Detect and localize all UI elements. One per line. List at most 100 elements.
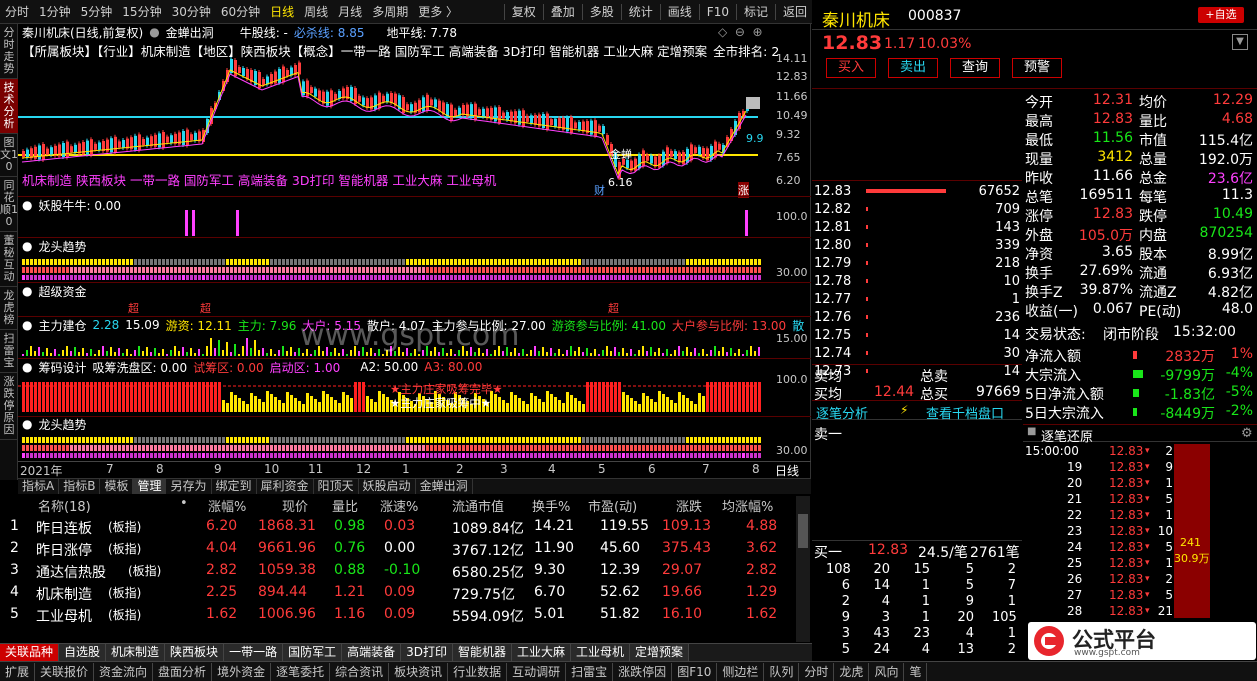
sector-tab[interactable]: 关联品种 <box>0 644 60 661</box>
function-tab[interactable]: 分时 <box>799 662 835 681</box>
function-tab[interactable]: 扩展 <box>0 662 36 681</box>
column-header[interactable]: 涨幅% <box>208 496 246 515</box>
toolbar-button[interactable]: 复权 <box>507 3 541 20</box>
period-tab[interactable]: 1分钟 <box>34 3 76 20</box>
side-tab[interactable]: 涨跌停原因 <box>0 373 18 440</box>
column-header[interactable]: 涨跌 <box>676 496 702 515</box>
panel-yaogu[interactable]: ● 妖股牛牛: 0.00 <box>18 197 121 213</box>
sector-tab[interactable]: 国防军工 <box>283 644 343 661</box>
toolbar-button[interactable]: F10 <box>702 5 734 19</box>
period-tab[interactable]: 月线 <box>333 3 367 20</box>
sector-tab[interactable]: 机床制造 <box>106 644 166 661</box>
query-button[interactable]: 查询 <box>950 58 1000 78</box>
function-tab[interactable]: 互动调研 <box>507 662 567 681</box>
function-tab[interactable]: 关联报价 <box>35 662 95 681</box>
kline-chart-area[interactable]: 秦川机床(日线,前复权) ● 金蝉出洞 牛股线: - 必杀线: 8.85 地平线… <box>18 24 811 480</box>
column-header[interactable]: 流通市值 <box>452 496 504 515</box>
indicator-tab[interactable]: 模板 <box>100 479 134 494</box>
alert-button[interactable]: 预警 <box>1012 58 1062 78</box>
function-tab[interactable]: 扫雷宝 <box>566 662 614 681</box>
buy-button[interactable]: 买入 <box>826 58 876 78</box>
sector-tab[interactable]: 陕西板块 <box>165 644 225 661</box>
toolbar-button[interactable]: 统计 <box>624 3 658 20</box>
period-tab[interactable]: 30分钟 <box>167 3 216 20</box>
period-tab[interactable]: 60分钟 <box>216 3 265 20</box>
table-row[interactable]: 5 工业母机 (板指) 1.62 1006.96 1.16 0.09 5594.09亿 5.01… <box>0 604 795 626</box>
panel-longtou-2[interactable]: ● 龙头趋势 <box>18 416 87 432</box>
side-tab[interactable]: 同花顺10 <box>0 177 18 232</box>
sector-tab[interactable]: 工业母机 <box>571 644 631 661</box>
side-tab[interactable]: 董秘互动 <box>0 232 18 287</box>
period-tab[interactable]: 更多 〉 <box>413 3 463 20</box>
period-tab[interactable]: 5分钟 <box>76 3 118 20</box>
period-tab[interactable]: 多周期 <box>367 3 413 20</box>
chart-dot-icon[interactable]: ● <box>149 25 159 39</box>
function-tab[interactable]: 盘面分析 <box>153 662 213 681</box>
function-tab[interactable]: 侧边栏 <box>717 662 765 681</box>
function-tab[interactable]: 综合资讯 <box>330 662 390 681</box>
period-tab[interactable]: 日线 <box>265 3 299 20</box>
indicator-tab[interactable]: 指标B <box>59 479 101 494</box>
period-tab[interactable]: 15分钟 <box>117 3 166 20</box>
function-tab[interactable]: 逐笔委托 <box>271 662 331 681</box>
column-header[interactable]: 涨速% <box>380 496 418 515</box>
sector-tab[interactable]: 自选股 <box>59 644 107 661</box>
sector-tab[interactable]: 高端装备 <box>342 644 402 661</box>
function-tab[interactable]: 境外资金 <box>212 662 272 681</box>
sector-tab[interactable]: 智能机器 <box>453 644 513 661</box>
side-tab[interactable]: 扫雷宝 <box>0 330 18 373</box>
column-header[interactable]: 市盈(动) <box>588 496 637 515</box>
column-header[interactable]: 现价 <box>282 496 308 515</box>
function-tab[interactable]: 图F10 <box>672 662 718 681</box>
column-header[interactable]: 均涨幅% <box>722 496 773 515</box>
chart-canvas[interactable] <box>18 24 811 480</box>
indicator-tab[interactable]: 指标A <box>18 479 60 494</box>
table-row[interactable]: 2 昨日涨停 (板指) 4.04 9661.96 0.76 0.00 3767.12亿 11.9… <box>0 538 795 560</box>
side-tab[interactable]: 分时走势 <box>0 24 18 79</box>
period-label[interactable]: 日线 <box>775 462 799 479</box>
function-tab[interactable]: 笔 <box>904 662 928 681</box>
add-watchlist-button[interactable]: +自选 <box>1198 7 1244 23</box>
toolbar-button[interactable]: 叠加 <box>546 3 580 20</box>
table-row[interactable]: 1 昨日连板 (板指) 6.20 1868.31 0.98 0.03 1089.84亿 14.2… <box>0 516 795 538</box>
sector-tab[interactable]: 工业大麻 <box>512 644 572 661</box>
panel-chaoji[interactable]: ● 超级资金 <box>18 283 87 299</box>
function-tab[interactable]: 资金流向 <box>94 662 154 681</box>
column-header[interactable]: 换手% <box>532 496 570 515</box>
period-tab[interactable]: 分时 <box>0 3 34 20</box>
indicator-tab[interactable]: 管理 <box>133 479 167 494</box>
function-tab[interactable]: 行业数据 <box>448 662 508 681</box>
sector-tab[interactable]: 3D打印 <box>401 644 453 661</box>
column-header[interactable]: 名称(18) <box>38 496 91 515</box>
side-tab[interactable]: 图文10 <box>0 134 18 177</box>
table-row[interactable]: 3 通达信热股 (板指) 2.82 1059.38 0.88 -0.10 6580.25亿 9.… <box>0 560 795 582</box>
panel-chouma[interactable]: ● 筹码设计 吸筹洗盘区: 0.00 试筹区: 0.00 启动区: 1.00 A… <box>18 359 482 375</box>
column-header[interactable]: 量比 <box>332 496 358 515</box>
indicator-tab[interactable]: 阳顶天 <box>314 479 359 494</box>
main-indicator-name[interactable]: 金蝉出洞 <box>166 24 214 41</box>
toolbar-button[interactable]: 多股 <box>585 3 619 20</box>
sector-tab[interactable]: 一带一路 <box>224 644 284 661</box>
indicator-tab[interactable]: 绑定到 <box>212 479 257 494</box>
indicator-tab[interactable]: 金蝉出洞 <box>416 479 473 494</box>
depth-tab[interactable]: 查看千档盘口 <box>926 403 1004 422</box>
sector-tab[interactable]: 定增预案 <box>630 644 690 661</box>
toolbar-button[interactable]: 画线 <box>663 3 697 20</box>
table-row[interactable]: 4 机床制造 (板指) 2.25 894.44 1.21 0.09 729.75亿 6.70 52… <box>0 582 795 604</box>
indicator-tab[interactable]: 另存为 <box>166 479 212 494</box>
settings-icon[interactable]: ⚙ <box>1241 426 1253 441</box>
toolbar-button[interactable]: 标记 <box>739 3 773 20</box>
sell-button[interactable]: 卖出 <box>888 58 938 78</box>
function-tab[interactable]: 风向 <box>869 662 905 681</box>
toolbar-button[interactable]: 返回 <box>778 3 812 20</box>
tick-analysis-tab[interactable]: 逐笔分析 <box>816 403 868 422</box>
indicator-tab[interactable]: 犀利资金 <box>257 479 314 494</box>
side-tab[interactable]: 龙虎榜 <box>0 287 18 330</box>
side-tab[interactable]: 技术分析 <box>0 79 18 134</box>
function-tab[interactable]: 板块资讯 <box>389 662 449 681</box>
period-tab[interactable]: 周线 <box>299 3 333 20</box>
function-tab[interactable]: 龙虎 <box>834 662 870 681</box>
panel-longtou[interactable]: ● 龙头趋势 <box>18 238 87 254</box>
table-scrollbar[interactable] <box>796 496 810 642</box>
chevron-down-icon[interactable]: ▼ <box>1232 34 1248 50</box>
